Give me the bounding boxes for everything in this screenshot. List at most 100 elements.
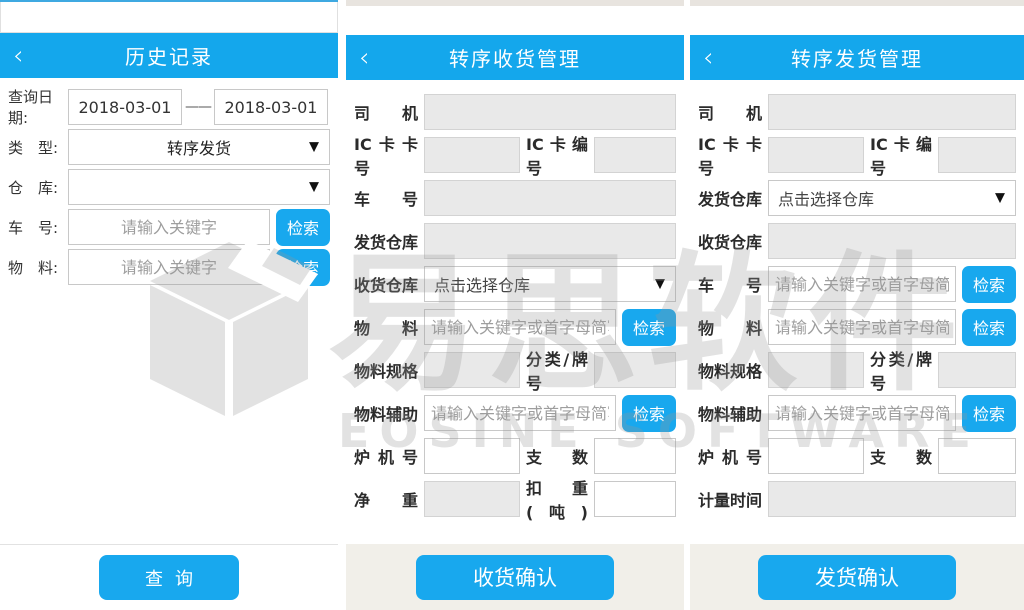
furnace-label: 炉机号 xyxy=(698,444,762,468)
ship-warehouse-field xyxy=(424,223,676,259)
warehouse-label: 仓 库: xyxy=(8,177,68,198)
count-input[interactable] xyxy=(938,438,1016,474)
spec-row: 物料规格 分类/牌号 xyxy=(354,352,676,388)
weigh-time-row: 计量时间 xyxy=(698,481,1016,517)
footer-divider xyxy=(0,544,338,545)
status-bar xyxy=(346,6,684,35)
date-label: 查询日期: xyxy=(8,86,68,128)
type-label: 类 型: xyxy=(8,137,68,158)
ship-appbar: ‹ 转序发货管理 xyxy=(690,35,1024,80)
grade-label: 分类/牌号 xyxy=(870,346,932,394)
driver-row: 司机 xyxy=(354,94,676,130)
ship-warehouse-row: 发货仓库 点击选择仓库 ▼ xyxy=(698,180,1016,216)
recv-warehouse-select[interactable]: 点击选择仓库 ▼ xyxy=(424,266,676,302)
material-input[interactable] xyxy=(424,309,616,345)
chevron-down-icon: ▼ xyxy=(995,191,1005,206)
grade-field xyxy=(594,352,676,388)
chevron-down-icon: ▼ xyxy=(309,140,319,155)
aux-row: 物料辅助 检索 xyxy=(698,395,1016,431)
page-title: 历史记录 xyxy=(125,41,213,70)
furnace-label: 炉机号 xyxy=(354,444,418,468)
ic-no-label: IC卡编号 xyxy=(870,131,932,179)
back-icon[interactable]: ‹ xyxy=(359,45,369,71)
ic-card-field xyxy=(768,137,864,173)
warehouse-select[interactable]: ▼ xyxy=(68,169,330,205)
page-title: 转序收货管理 xyxy=(449,43,581,72)
back-icon[interactable]: ‹ xyxy=(703,45,713,71)
material-input[interactable] xyxy=(768,309,956,345)
ic-no-label: IC卡编号 xyxy=(526,131,588,179)
driver-field xyxy=(768,94,1016,130)
ship-footer: 发货确认 xyxy=(690,544,1024,610)
furnace-input[interactable] xyxy=(424,438,520,474)
driver-field xyxy=(424,94,676,130)
aux-label: 物料辅助 xyxy=(698,401,762,425)
spec-field xyxy=(768,352,864,388)
status-bar xyxy=(690,6,1024,35)
warehouse-row: 仓 库: ▼ xyxy=(8,169,330,205)
material-label: 物 料: xyxy=(8,257,68,278)
aux-input[interactable] xyxy=(424,395,616,431)
vehicle-input[interactable] xyxy=(68,209,270,245)
material-label: 物料 xyxy=(698,315,762,339)
receive-appbar: ‹ 转序收货管理 xyxy=(346,35,684,80)
ic-card-label: IC卡卡号 xyxy=(698,131,762,179)
ship-confirm-button[interactable]: 发货确认 xyxy=(758,555,956,600)
vehicle-label: 车号 xyxy=(698,272,762,296)
ship-warehouse-select[interactable]: 点击选择仓库 ▼ xyxy=(768,180,1016,216)
history-appbar: ‹ 历史记录 xyxy=(0,33,338,78)
material-row: 物 料: 检索 xyxy=(8,249,330,285)
furnace-input[interactable] xyxy=(768,438,864,474)
recv-warehouse-label: 收货仓库 xyxy=(354,272,418,296)
recv-warehouse-row: 收货仓库 xyxy=(698,223,1016,259)
count-label: 支数 xyxy=(870,444,932,468)
vehicle-label: 车 号: xyxy=(8,217,68,238)
material-search-button[interactable]: 检索 xyxy=(962,309,1016,346)
ship-warehouse-label: 发货仓库 xyxy=(698,186,762,210)
tare-input[interactable] xyxy=(594,481,676,517)
grade-field xyxy=(938,352,1016,388)
date-from-field[interactable]: 2018-03-01 xyxy=(68,89,182,125)
ship-warehouse-row: 发货仓库 xyxy=(354,223,676,259)
ic-no-field xyxy=(594,137,676,173)
recv-warehouse-row: 收货仓库 点击选择仓库 ▼ xyxy=(354,266,676,302)
count-label: 支数 xyxy=(526,444,588,468)
back-icon[interactable]: ‹ xyxy=(13,43,23,69)
aux-label: 物料辅助 xyxy=(354,401,418,425)
spec-row: 物料规格 分类/牌号 xyxy=(698,352,1016,388)
material-row: 物料 检索 xyxy=(698,309,1016,345)
ship-warehouse-label: 发货仓库 xyxy=(354,229,418,253)
query-button[interactable]: 查询 xyxy=(99,555,239,600)
ic-card-row: IC卡卡号 IC卡编号 xyxy=(698,137,1016,173)
ship-panel: ‹ 转序发货管理 司机 IC卡卡号 IC卡编号 发货仓库 点击选择仓库 ▼ xyxy=(690,0,1024,610)
count-input[interactable] xyxy=(594,438,676,474)
vehicle-search-button[interactable]: 检索 xyxy=(962,266,1016,303)
material-search-button[interactable]: 检索 xyxy=(622,309,676,346)
date-separator: —— xyxy=(182,99,214,115)
ic-no-field xyxy=(938,137,1016,173)
date-to-field[interactable]: 2018-03-01 xyxy=(214,89,328,125)
tare-label: 扣重(吨) xyxy=(526,475,588,523)
net-weight-row: 净重 扣重(吨) xyxy=(354,481,676,517)
vehicle-input[interactable] xyxy=(768,266,956,302)
net-weight-field xyxy=(424,481,520,517)
spec-field xyxy=(424,352,520,388)
vehicle-search-button[interactable]: 检索 xyxy=(276,209,330,246)
driver-label: 司机 xyxy=(354,100,418,124)
material-input[interactable] xyxy=(68,249,270,285)
vehicle-row: 车 号: 检索 xyxy=(8,209,330,245)
vehicle-field xyxy=(424,180,676,216)
ic-card-row: IC卡卡号 IC卡编号 xyxy=(354,137,676,173)
aux-search-button[interactable]: 检索 xyxy=(962,395,1016,432)
history-panel: ‹ 历史记录 查询日期: 2018-03-01 —— 2018-03-01 类 … xyxy=(0,0,338,610)
spec-label: 物料规格 xyxy=(698,358,762,382)
weigh-time-field xyxy=(768,481,1016,517)
aux-input[interactable] xyxy=(768,395,956,431)
receive-footer: 收货确认 xyxy=(346,544,684,610)
type-row: 类 型: 转序发货 ▼ xyxy=(8,129,330,165)
aux-search-button[interactable]: 检索 xyxy=(622,395,676,432)
receive-confirm-button[interactable]: 收货确认 xyxy=(416,555,614,600)
type-select[interactable]: 转序发货 ▼ xyxy=(68,129,330,165)
material-search-button[interactable]: 检索 xyxy=(276,249,330,286)
chevron-down-icon: ▼ xyxy=(655,277,665,292)
